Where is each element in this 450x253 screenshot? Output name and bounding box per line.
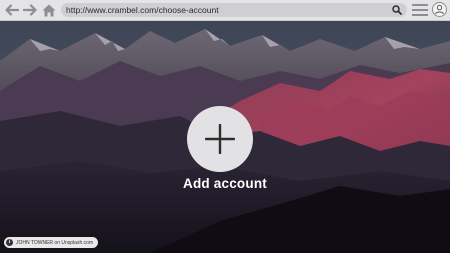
address-bar[interactable]: http://www.crambel.com/choose-account <box>61 3 407 17</box>
info-icon: i <box>6 239 13 246</box>
back-button[interactable] <box>3 2 19 18</box>
browser-toolbar: http://www.crambel.com/choose-account <box>0 0 450 21</box>
add-account-button[interactable] <box>187 106 253 172</box>
forward-arrow-icon <box>22 4 37 16</box>
home-icon <box>42 4 56 16</box>
url-text: http://www.crambel.com/choose-account <box>66 5 219 15</box>
photo-credit-text: JOHN TOWNER on Unsplash.com <box>16 239 94 246</box>
user-icon <box>435 4 444 15</box>
mountain-background: Add account <box>0 21 450 253</box>
home-button[interactable] <box>41 2 57 18</box>
add-account-label[interactable]: Add account <box>0 176 450 191</box>
forward-button[interactable] <box>22 2 38 18</box>
plus-icon <box>205 124 235 154</box>
user-profile-button[interactable] <box>432 2 447 17</box>
back-arrow-icon <box>4 4 19 16</box>
search-icon[interactable] <box>392 5 402 15</box>
photo-credit[interactable]: i JOHN TOWNER on Unsplash.com <box>4 237 99 248</box>
menu-icon[interactable] <box>412 3 428 17</box>
